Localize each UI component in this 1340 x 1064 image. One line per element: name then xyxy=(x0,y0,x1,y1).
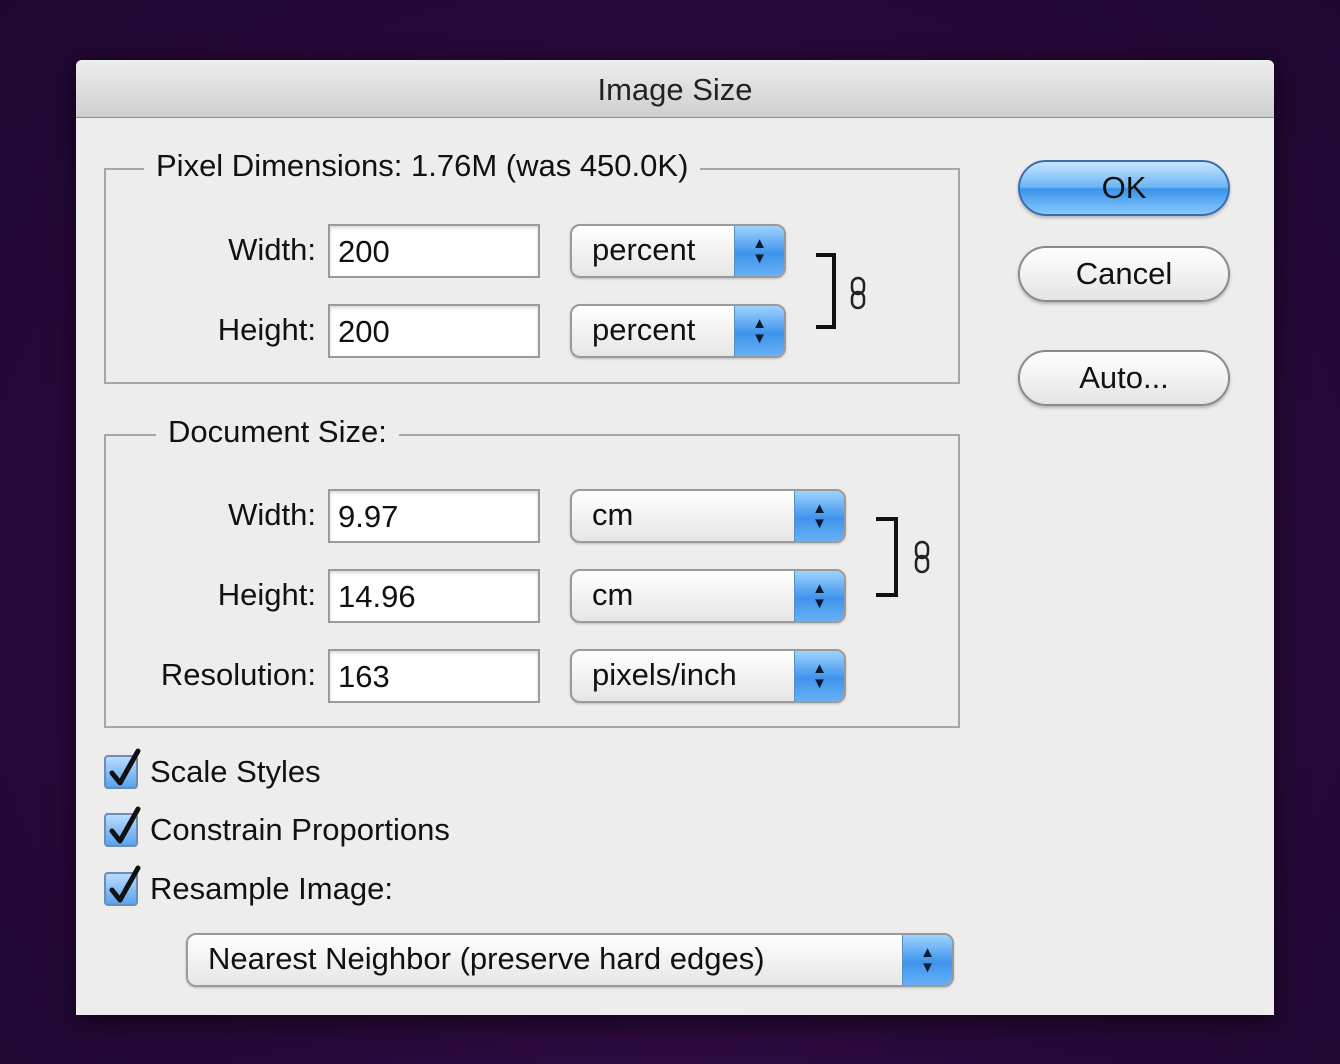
doc-width-unit-value: cm xyxy=(592,497,634,532)
up-down-arrows-icon: ▲ ▼ xyxy=(794,491,844,541)
scale-styles-option[interactable]: Scale Styles xyxy=(104,748,321,790)
up-down-arrows-icon: ▲ ▼ xyxy=(902,935,952,985)
resample-image-checkbox[interactable] xyxy=(104,865,141,906)
resolution-input[interactable]: 163 xyxy=(328,649,540,703)
constrain-proportions-checkbox[interactable] xyxy=(104,806,141,847)
up-down-arrows-icon: ▲ ▼ xyxy=(734,226,784,276)
checkmark-icon xyxy=(109,748,141,786)
pixel-link-bracket xyxy=(816,253,836,329)
pixel-height-label: Height: xyxy=(217,312,316,347)
doc-height-label: Height: xyxy=(217,577,316,612)
resample-method-value: Nearest Neighbor (preserve hard edges) xyxy=(208,941,765,976)
chain-link-icon xyxy=(850,276,866,310)
pixel-width-unit-value: percent xyxy=(592,232,696,267)
chain-link-icon xyxy=(914,540,930,574)
resolution-unit-select[interactable]: pixels/inch ▲ ▼ xyxy=(570,649,846,703)
constrain-proportions-label: Constrain Proportions xyxy=(150,812,450,847)
resample-image-option[interactable]: Resample Image: xyxy=(104,865,393,907)
document-link-bracket xyxy=(876,517,898,597)
resolution-label: Resolution: xyxy=(160,657,316,692)
up-down-arrows-icon: ▲ ▼ xyxy=(794,571,844,621)
doc-height-input[interactable]: 14.96 xyxy=(328,569,540,623)
pixel-width-label: Width: xyxy=(228,232,316,267)
auto-button[interactable]: Auto... xyxy=(1018,350,1230,406)
cancel-button[interactable]: Cancel xyxy=(1018,246,1230,302)
up-down-arrows-icon: ▲ ▼ xyxy=(734,306,784,356)
pixel-height-input[interactable]: 200 xyxy=(328,304,540,358)
resolution-unit-value: pixels/inch xyxy=(592,657,737,692)
constrain-proportions-option[interactable]: Constrain Proportions xyxy=(104,806,450,848)
up-down-arrows-icon: ▲ ▼ xyxy=(794,651,844,701)
resample-image-label: Resample Image: xyxy=(150,871,393,906)
dialog-title: Image Size xyxy=(76,60,1274,118)
doc-height-unit-value: cm xyxy=(592,577,634,612)
scale-styles-checkbox[interactable] xyxy=(104,748,141,789)
scale-styles-label: Scale Styles xyxy=(150,754,321,789)
pixel-height-unit-value: percent xyxy=(592,312,696,347)
pixel-height-unit-select[interactable]: percent ▲ ▼ xyxy=(570,304,786,358)
checkmark-icon xyxy=(109,806,141,844)
doc-width-unit-select[interactable]: cm ▲ ▼ xyxy=(570,489,846,543)
ok-button[interactable]: OK xyxy=(1018,160,1230,216)
resample-method-select[interactable]: Nearest Neighbor (preserve hard edges) ▲… xyxy=(186,933,954,987)
doc-width-label: Width: xyxy=(228,497,316,532)
doc-height-unit-select[interactable]: cm ▲ ▼ xyxy=(570,569,846,623)
image-size-dialog: Image Size Pixel Dimensions: 1.76M (was … xyxy=(76,60,1274,1015)
pixel-dimensions-legend: Pixel Dimensions: 1.76M (was 450.0K) xyxy=(144,148,701,184)
pixel-width-input[interactable]: 200 xyxy=(328,224,540,278)
pixel-width-unit-select[interactable]: percent ▲ ▼ xyxy=(570,224,786,278)
doc-width-input[interactable]: 9.97 xyxy=(328,489,540,543)
checkmark-icon xyxy=(109,865,141,903)
document-size-legend: Document Size: xyxy=(156,414,399,450)
